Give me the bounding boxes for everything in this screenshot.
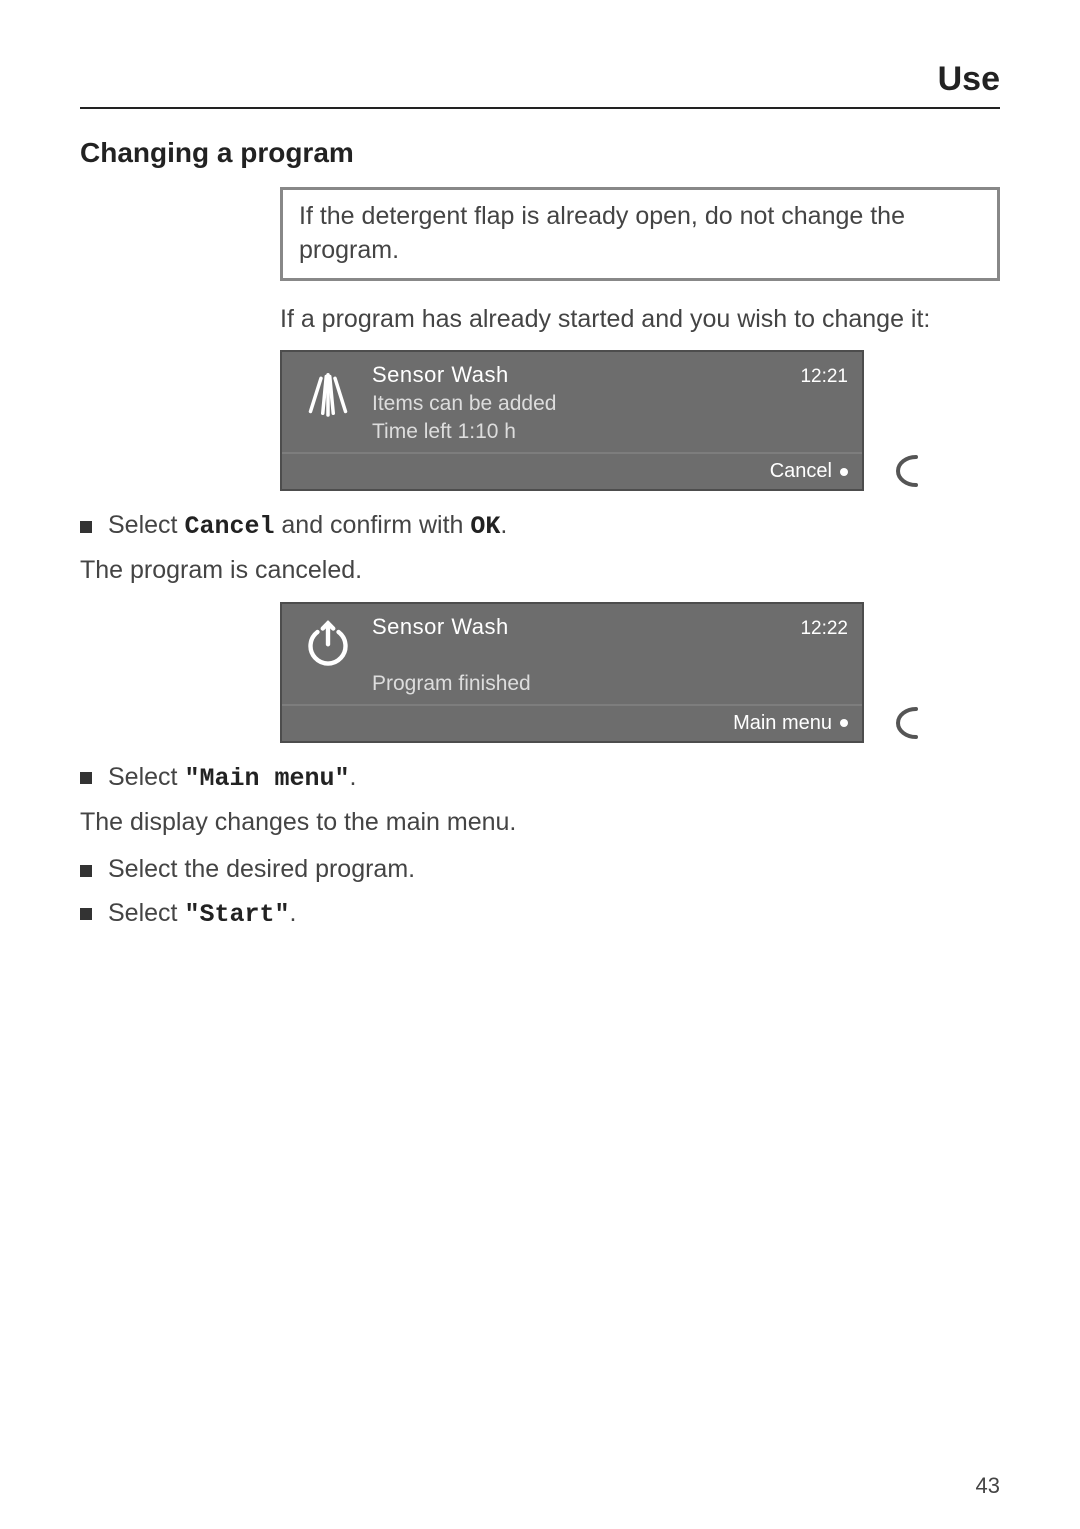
display-screenshot-2: Sensor Wash 12:22 Program finished Main … bbox=[280, 602, 1000, 743]
spacer bbox=[372, 644, 848, 668]
screen2-action-label[interactable]: Main menu bbox=[733, 712, 832, 735]
label-cancel: Cancel bbox=[184, 512, 274, 541]
cancelled-text: The program is canceled. bbox=[80, 554, 1000, 588]
display-screenshot-1: Sensor Wash 12:21 Items can be added Tim… bbox=[280, 350, 1000, 491]
screen1-title: Sensor Wash bbox=[372, 362, 509, 388]
text-fragment: . bbox=[289, 899, 296, 927]
text-fragment: Select bbox=[108, 511, 184, 539]
screen1-action-label[interactable]: Cancel bbox=[770, 460, 832, 483]
power-icon bbox=[296, 614, 360, 678]
text-fragment: Select bbox=[108, 763, 184, 791]
soft-key-icon bbox=[878, 455, 918, 487]
intro-text: If a program has already started and you… bbox=[280, 303, 1000, 337]
warning-callout: If the detergent flap is already open, d… bbox=[280, 187, 1000, 281]
step-select-main-menu: Select "Main menu". bbox=[80, 761, 1000, 796]
screen1-line2: Time left 1:10 h bbox=[372, 420, 848, 444]
page-number: 43 bbox=[976, 1473, 1000, 1499]
text-fragment: . bbox=[349, 763, 356, 791]
screen2-clock: 12:22 bbox=[800, 618, 848, 640]
text-fragment: Select bbox=[108, 899, 184, 927]
step-select-program: Select the desired program. bbox=[80, 853, 1000, 887]
text-fragment: . bbox=[500, 511, 507, 539]
screen2-line2: Program finished bbox=[372, 672, 848, 696]
screen1-line1: Items can be added bbox=[372, 392, 848, 416]
screen1-clock: 12:21 bbox=[800, 366, 848, 388]
bullet-icon bbox=[840, 719, 848, 727]
section-heading: Changing a program bbox=[80, 137, 1000, 169]
spray-icon bbox=[296, 362, 360, 426]
label-start: "Start" bbox=[184, 900, 289, 929]
text-fragment: and confirm with bbox=[274, 511, 470, 539]
step-select-start: Select "Start". bbox=[80, 897, 1000, 932]
bullet-icon bbox=[840, 468, 848, 476]
screen2-title: Sensor Wash bbox=[372, 614, 509, 640]
label-ok: OK bbox=[470, 512, 500, 541]
step-select-cancel: Select Cancel and confirm with OK. bbox=[80, 509, 1000, 544]
display-changes-text: The display changes to the main menu. bbox=[80, 806, 1000, 840]
soft-key-icon bbox=[878, 707, 918, 739]
label-main-menu: "Main menu" bbox=[184, 764, 349, 793]
page-header-title: Use bbox=[938, 60, 1000, 98]
